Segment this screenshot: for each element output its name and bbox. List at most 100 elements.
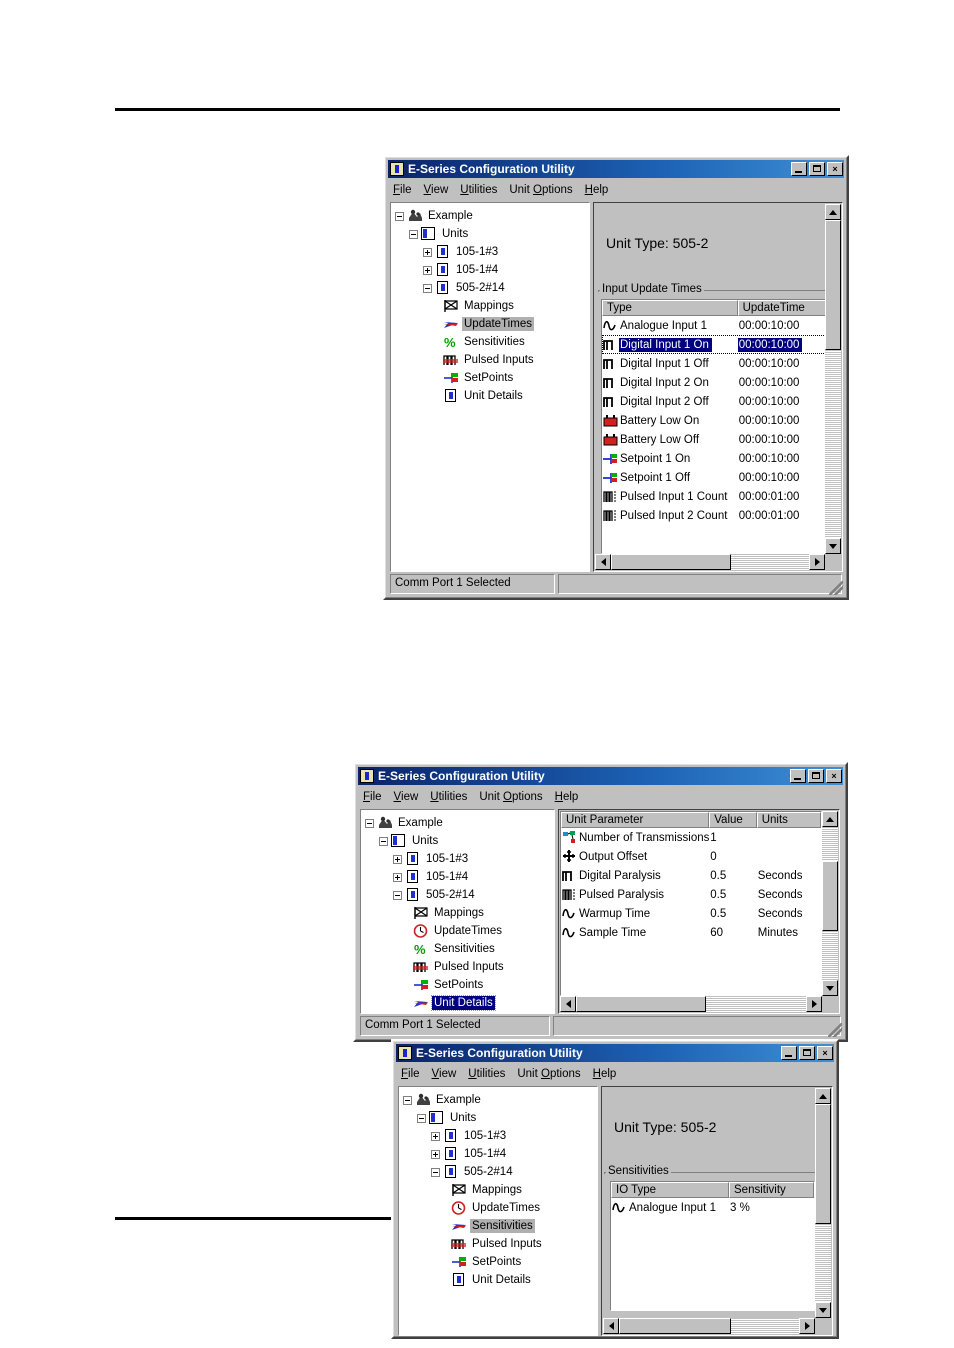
list-row[interactable]: Digital Input 1 On 00:00:10:00 (602, 335, 826, 354)
title-bar[interactable]: E-Series Configuration Utility × (388, 160, 844, 178)
window-controls[interactable]: × (791, 162, 843, 176)
tree-item-unit-2[interactable]: 505-2#14 (403, 1163, 597, 1181)
title-bar[interactable]: E-Series Configuration Utility × (396, 1044, 834, 1062)
tree-item-mappings[interactable]: Mappings (395, 297, 589, 315)
list-row[interactable]: Battery Low On 00:00:10:00 (602, 411, 826, 430)
list-row[interactable]: Battery Low Off 00:00:10:00 (602, 430, 826, 449)
column-header-sensitivity[interactable]: Sensitivity (729, 1182, 814, 1198)
tree-item-pulsed-inputs[interactable]: Pulsed Inputs (395, 351, 589, 369)
tree-item-sensitivities[interactable]: % Sensitivities (365, 940, 554, 958)
tree-item-units[interactable]: Units (403, 1109, 597, 1127)
scroll-down-button[interactable] (825, 538, 841, 554)
tree-item-mappings[interactable]: Mappings (403, 1181, 597, 1199)
tree-item-setpoints[interactable]: SetPoints (403, 1253, 597, 1271)
listview[interactable]: IO Type Sensitivity Analogue Input 1 3 % (611, 1182, 814, 1310)
menu-file[interactable]: File (363, 791, 382, 803)
update-times-list[interactable]: Type UpdateTime Analogue Input 1 00:00:10… (601, 299, 827, 554)
list-row[interactable]: Digital Input 2 On 00:00:10:00 (602, 373, 826, 392)
tree-item-unit-1[interactable]: 105-1#4 (403, 1145, 597, 1163)
tree-item-sensitivities[interactable]: % Sensitivities (395, 333, 589, 351)
menu-view[interactable]: View (394, 791, 419, 803)
expand-collapse-icon[interactable] (431, 1131, 440, 1141)
tree-label[interactable]: Mappings (470, 1183, 524, 1197)
menu-file[interactable]: File (401, 1068, 420, 1080)
scroll-thumb-h[interactable] (619, 1318, 731, 1334)
vertical-scrollbar[interactable] (815, 1088, 831, 1318)
expand-collapse-icon[interactable] (393, 872, 402, 882)
tree-label[interactable]: 105-1#3 (462, 1129, 508, 1143)
tree-label[interactable]: Mappings (462, 299, 516, 313)
tree-label[interactable]: 105-1#3 (454, 245, 500, 259)
list-row[interactable]: Analogue Input 1 3 % (611, 1198, 814, 1217)
column-header-io-type[interactable]: IO Type (611, 1182, 729, 1198)
tree-label[interactable]: SetPoints (470, 1255, 523, 1269)
tree-label-selected[interactable]: UpdateTimes (462, 317, 534, 331)
scroll-left-button[interactable] (603, 1318, 619, 1334)
window-controls[interactable]: × (781, 1046, 833, 1060)
expand-collapse-icon[interactable] (423, 265, 432, 275)
expand-collapse-icon[interactable] (431, 1149, 440, 1159)
list-row[interactable]: Digital Input 2 Off 00:00:10:00 (602, 392, 826, 411)
resize-grip[interactable] (829, 581, 843, 595)
tree-label[interactable]: Unit Details (470, 1273, 533, 1287)
list-row[interactable]: Digital Paralysis 0.5 Seconds (561, 866, 821, 885)
list-row[interactable]: Setpoint 1 On 00:00:10:00 (602, 449, 826, 468)
tree-item-updatetimes[interactable]: UpdateTimes (403, 1199, 597, 1217)
tree-label[interactable]: 105-1#3 (424, 852, 470, 866)
menu-help[interactable]: Help (555, 791, 579, 803)
tree-item-unit-2[interactable]: 505-2#14 (395, 279, 589, 297)
tree-label[interactable]: Units (448, 1111, 478, 1125)
unit-details-list[interactable]: Unit Parameter Value Units Number of Tra… (560, 811, 822, 996)
window-unit-details[interactable]: E-Series Configuration Utility × File Vi… (353, 762, 848, 1042)
tree-label[interactable]: Unit Details (462, 389, 525, 403)
tree-item-unit-details[interactable]: Unit Details (403, 1271, 597, 1289)
tree-item-unit-1[interactable]: 105-1#4 (395, 261, 589, 279)
tree-label-selected[interactable]: Sensitivities (470, 1219, 535, 1233)
column-header-type[interactable]: Type (602, 300, 738, 316)
tree-item-example[interactable]: Example (365, 814, 554, 832)
tree-panel[interactable]: Example Units 105-1#3 105-1#4 505-2#14 M… (398, 1086, 598, 1336)
window-sensitivities[interactable]: E-Series Configuration Utility × File Vi… (391, 1039, 839, 1339)
list-row[interactable]: Analogue Input 1 00:00:10:00 (602, 316, 826, 335)
unit-tree[interactable]: Example Units 105-1#3 105-1#4 505-2#14 M… (361, 810, 554, 1013)
expand-collapse-icon[interactable] (395, 211, 404, 221)
scroll-left-button[interactable] (595, 554, 611, 570)
tree-label[interactable]: Example (434, 1093, 483, 1107)
expand-collapse-icon[interactable] (423, 283, 432, 293)
tree-item-mappings[interactable]: Mappings (365, 904, 554, 922)
vertical-scrollbar[interactable] (822, 811, 838, 996)
tree-label[interactable]: Sensitivities (462, 335, 527, 349)
listview-header[interactable]: Unit Parameter Value Units (561, 812, 821, 828)
tree-label[interactable]: 505-2#14 (454, 281, 507, 295)
menu-file[interactable]: File (393, 184, 412, 196)
tree-item-unit-1[interactable]: 105-1#4 (365, 868, 554, 886)
expand-collapse-icon[interactable] (417, 1113, 426, 1123)
listview-body[interactable]: Number of Transmissions 1 Output Offset 0 Di… (561, 828, 821, 942)
expand-collapse-icon[interactable] (393, 890, 402, 900)
horizontal-scrollbar[interactable] (560, 996, 822, 1012)
tree-label[interactable]: Units (410, 834, 440, 848)
scroll-left-button[interactable] (560, 996, 576, 1012)
tree-item-unit-details[interactable]: Unit Details (395, 387, 589, 405)
listview[interactable]: Type UpdateTime Analogue Input 1 00:00:10… (602, 300, 826, 553)
list-row[interactable]: Pulsed Paralysis 0.5 Seconds (561, 885, 821, 904)
listview-header[interactable]: IO Type Sensitivity (611, 1182, 814, 1198)
scroll-thumb-h[interactable] (576, 996, 706, 1012)
unit-tree[interactable]: Example Units 105-1#3 105-1#4 505-2#14 M… (391, 203, 589, 571)
tree-label[interactable]: UpdateTimes (432, 924, 504, 938)
tree-label[interactable]: Example (426, 209, 475, 223)
menu-bar[interactable]: File View Utilities Unit Options Help (388, 181, 844, 199)
list-row[interactable]: Number of Transmissions 1 (561, 828, 821, 847)
list-row[interactable]: Output Offset 0 (561, 847, 821, 866)
minimize-button[interactable] (781, 1046, 797, 1060)
column-header-updatetime[interactable]: UpdateTime (737, 300, 826, 316)
list-row[interactable]: Digital Input 1 Off 00:00:10:00 (602, 354, 826, 373)
tree-label-selected[interactable]: Unit Details (431, 995, 496, 1011)
scroll-up-button[interactable] (822, 811, 838, 827)
scroll-right-button[interactable] (806, 996, 822, 1012)
expand-collapse-icon[interactable] (393, 854, 402, 864)
menu-view[interactable]: View (424, 184, 449, 196)
maximize-button[interactable] (809, 162, 825, 176)
tree-label[interactable]: 505-2#14 (462, 1165, 515, 1179)
tree-panel[interactable]: Example Units 105-1#3 105-1#4 505-2#14 M… (390, 202, 590, 572)
